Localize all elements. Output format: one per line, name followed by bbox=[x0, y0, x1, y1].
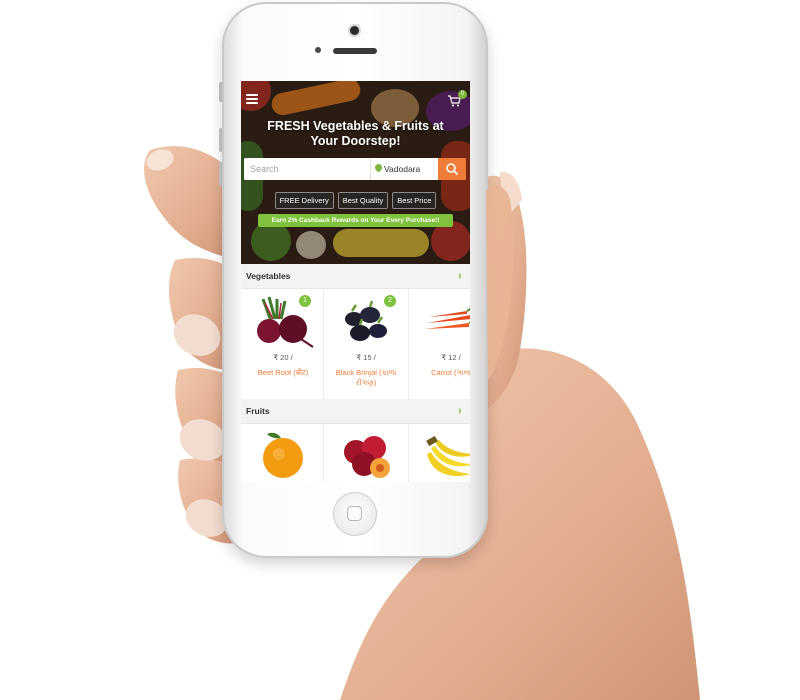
thumb-overlay bbox=[486, 185, 514, 380]
